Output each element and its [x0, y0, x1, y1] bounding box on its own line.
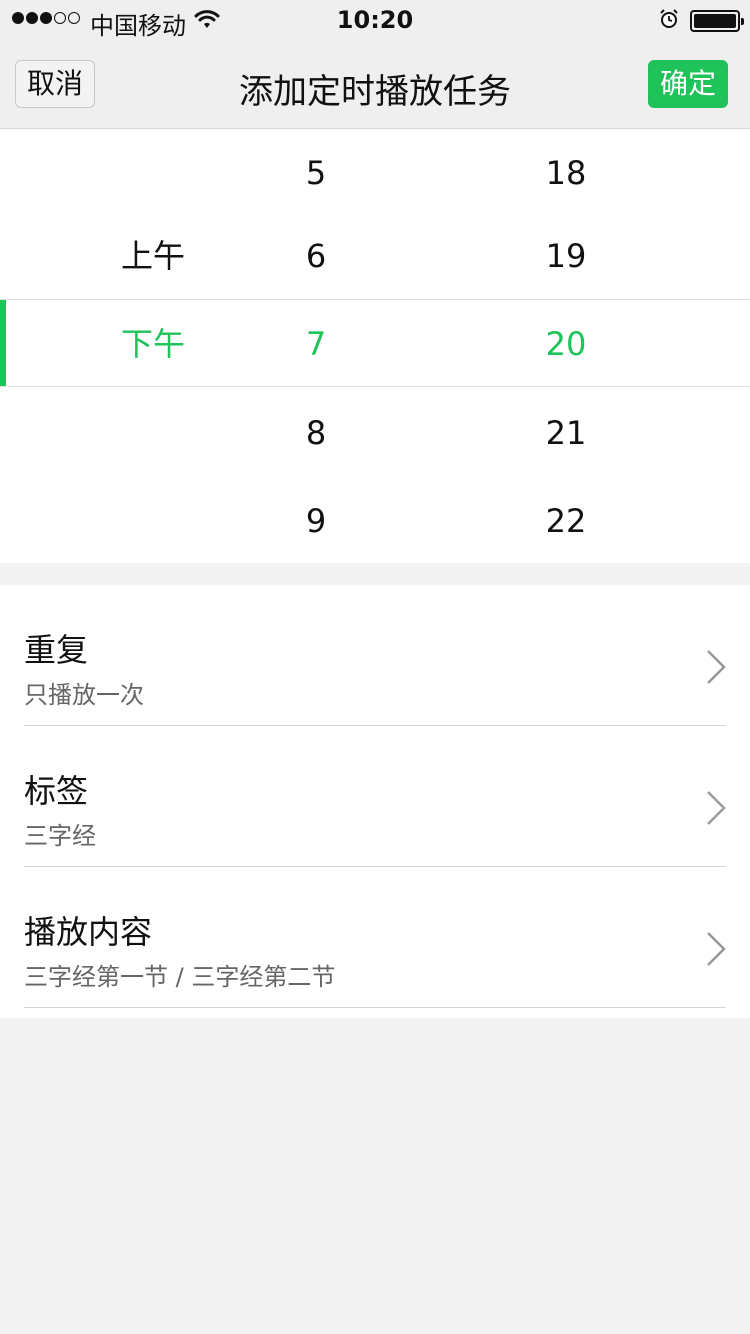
hour-option[interactable]: 5	[266, 129, 366, 217]
picker-row: 上午 6 19	[0, 212, 750, 300]
setting-value: 三字经第一节 / 三字经第二节	[24, 963, 336, 991]
minute-option-selected[interactable]: 20	[516, 300, 616, 388]
minute-option[interactable]: 19	[516, 212, 616, 300]
navigation-bar: 取消 添加定时播放任务 确定	[0, 40, 750, 129]
ampm-option-selected[interactable]: 下午	[93, 300, 213, 388]
picker-row: 5 18	[0, 129, 750, 217]
hour-option[interactable]: 8	[266, 389, 366, 477]
repeat-setting[interactable]: 重复 只播放一次	[0, 585, 750, 726]
ampm-option[interactable]	[93, 477, 213, 565]
minute-option[interactable]: 18	[516, 129, 616, 217]
picker-row: 9 22	[0, 477, 750, 565]
content-setting[interactable]: 播放内容 三字经第一节 / 三字经第二节	[0, 867, 750, 1008]
confirm-button[interactable]: 确定	[648, 60, 728, 108]
setting-title: 标签	[24, 772, 89, 810]
hour-option[interactable]: 6	[266, 212, 366, 300]
picker-row: 8 21	[0, 389, 750, 477]
time-picker[interactable]: 5 18 上午 6 19 下午 7 20 8 21 9 22	[0, 129, 750, 563]
alarm-icon	[658, 8, 680, 36]
setting-value: 只播放一次	[24, 681, 144, 709]
label-setting[interactable]: 标签 三字经	[0, 726, 750, 867]
divider	[24, 1007, 726, 1008]
setting-value: 三字经	[24, 822, 96, 850]
chevron-right-icon	[707, 650, 726, 684]
status-bar: 中国移动 10:20	[0, 0, 750, 40]
setting-title: 重复	[24, 631, 89, 669]
ampm-option[interactable]: 上午	[93, 212, 213, 300]
settings-list: 重复 只播放一次 标签 三字经 播放内容 三字经第一节 / 三字经第二节	[0, 585, 750, 1018]
minute-option[interactable]: 21	[516, 389, 616, 477]
setting-title: 播放内容	[24, 913, 153, 951]
hour-option-selected[interactable]: 7	[266, 300, 366, 388]
picker-row-selected: 下午 7 20	[0, 299, 750, 387]
selection-indicator	[0, 300, 6, 386]
ampm-option[interactable]	[93, 129, 213, 217]
chevron-right-icon	[707, 932, 726, 966]
hour-option[interactable]: 9	[266, 477, 366, 565]
ampm-option[interactable]	[93, 389, 213, 477]
page-title: 添加定时播放任务	[239, 72, 511, 112]
battery-icon	[690, 10, 744, 32]
status-time: 10:20	[336, 6, 414, 34]
minute-option[interactable]: 22	[516, 477, 616, 565]
chevron-right-icon	[707, 791, 726, 825]
